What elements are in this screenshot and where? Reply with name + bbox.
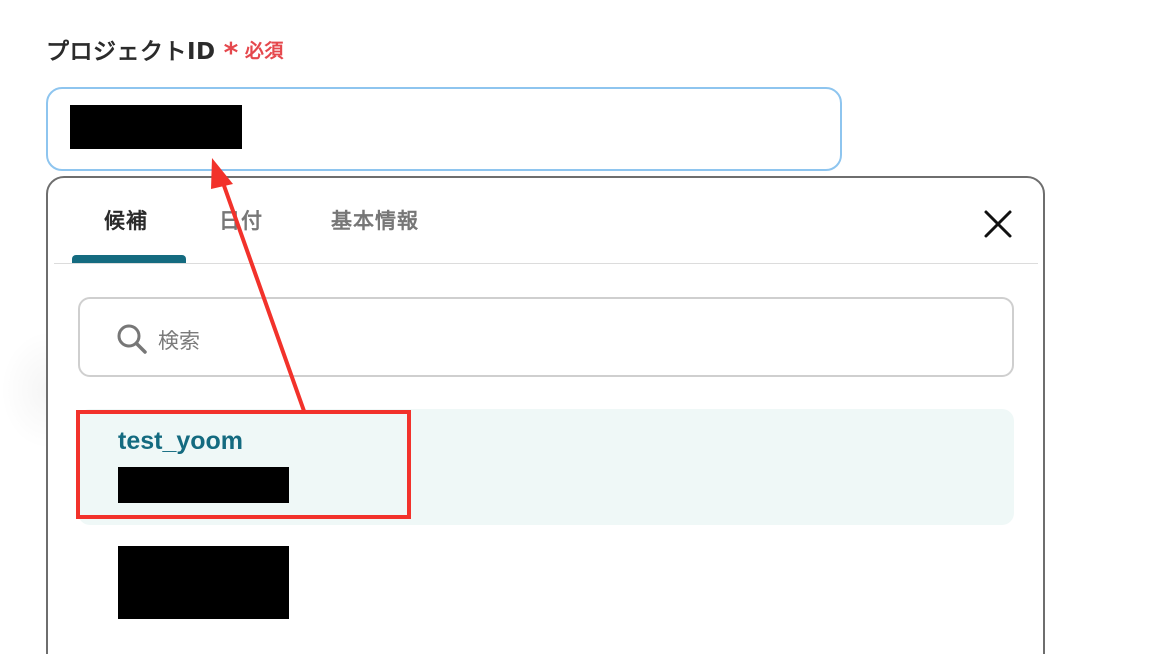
- tab-date[interactable]: 日付: [219, 205, 263, 235]
- redacted-value: [70, 105, 242, 149]
- required-asterisk: *: [223, 36, 239, 69]
- active-tab-indicator: [72, 255, 186, 263]
- tab-candidates[interactable]: 候補: [104, 205, 148, 235]
- project-id-input[interactable]: [46, 87, 842, 171]
- search-icon: [117, 324, 147, 354]
- field-label-text: プロジェクトID: [46, 39, 216, 65]
- redacted-option: [118, 546, 289, 619]
- close-icon: [984, 210, 1012, 238]
- redacted-option-detail: [118, 467, 289, 503]
- list-item[interactable]: [78, 535, 1014, 635]
- tab-basic-info[interactable]: 基本情報: [331, 205, 419, 235]
- background-shadow: [0, 330, 48, 450]
- tab-divider: [54, 263, 1038, 264]
- required-text: 必須: [244, 39, 284, 62]
- search-placeholder: 検索: [158, 329, 200, 353]
- option-title: test_yoom: [118, 427, 244, 455]
- list-item-test-yoom[interactable]: test_yoom: [78, 409, 1014, 525]
- close-button[interactable]: [980, 206, 1016, 242]
- project-id-label: プロジェクトID * 必須: [46, 32, 284, 69]
- search-input[interactable]: 検索: [78, 297, 1014, 377]
